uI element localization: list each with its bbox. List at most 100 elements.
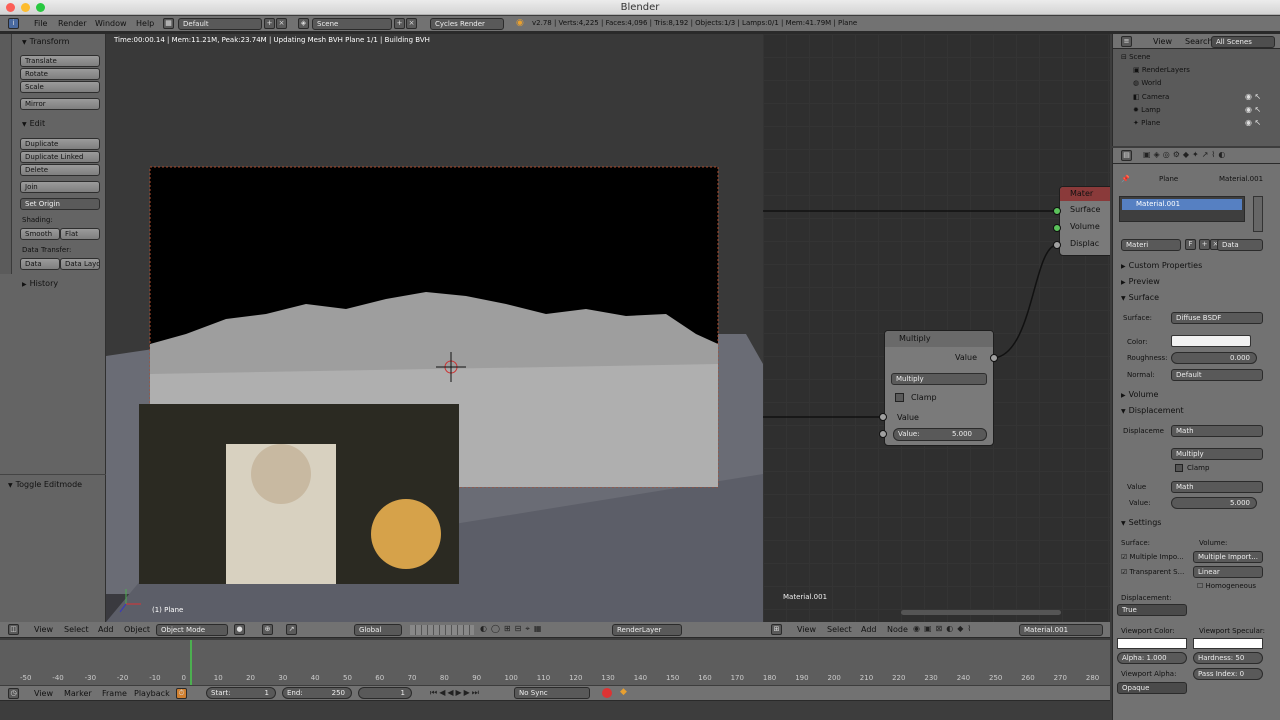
outliner-item-lamp[interactable]: ✹ Lamp [1133,106,1161,114]
fake-user-button[interactable]: F [1185,239,1196,250]
close-window-button[interactable] [6,3,15,12]
playback-controls-icons[interactable]: ⏮◀◀▶▶⏭ [430,688,481,698]
alpha-field[interactable]: Alpha: 1.000 [1117,652,1187,664]
value-output-socket[interactable] [990,354,998,362]
preview-header[interactable]: ▶ Preview [1121,277,1160,286]
pivot-icon[interactable]: ⊕ [262,624,273,635]
surface-input-socket[interactable] [1053,207,1061,215]
timeline[interactable]: -50 -40 -30 -20 -10 0 10 20 30 40 50 60 70 80 90 100 110… [0,640,1110,685]
rotate-button[interactable]: Rotate [20,68,100,80]
normal-dropdown[interactable]: Default [1171,369,1263,381]
range-lock-icon[interactable]: ⏱ [176,688,187,699]
history-header[interactable]: ▶ History [22,279,58,288]
value-input-socket[interactable] [879,413,887,421]
remove-layout-icon[interactable]: × [276,18,287,29]
visibility-eye-icon[interactable]: ◉ ↖ [1245,118,1261,127]
outliner-search-menu[interactable]: Search [1185,34,1212,48]
timeline-marker-menu[interactable]: Marker [64,686,92,700]
orientation-dropdown[interactable]: Global [354,624,402,636]
duplicate-linked-button[interactable]: Duplicate Linked [20,151,100,163]
viewport-editor-icon[interactable]: ◫ [8,624,19,635]
pass-index-field[interactable]: Pass Index: 0 [1193,668,1263,680]
homogeneous-checkbox[interactable]: ☐ Homogeneous [1197,582,1256,590]
viewport-view-menu[interactable]: View [34,622,53,637]
sync-dropdown[interactable]: No Sync [514,687,590,699]
transform-header[interactable]: ▼ Transform [22,37,69,46]
duplicate-button[interactable]: Duplicate [20,138,100,150]
viewport-select-menu[interactable]: Select [64,622,89,637]
translate-button[interactable]: Translate [20,55,100,67]
record-icon[interactable] [602,688,612,698]
multiply-math-node[interactable]: Multiply Value Multiply Clamp Value Valu… [884,330,994,446]
hardness-field[interactable]: Hardness: 50 [1193,652,1263,664]
scene-selector[interactable]: Scene [312,18,392,30]
material-slot-item[interactable]: Material.001 [1122,199,1242,210]
node-add-menu[interactable]: Add [861,622,877,637]
node-material-dropdown[interactable]: Material.001 [1019,624,1103,636]
pin-icon[interactable]: 📌 [1121,175,1130,183]
menu-file[interactable]: File [34,16,47,31]
displacement-input-socket[interactable] [1053,241,1061,249]
visibility-eye-icon[interactable]: ◉ ↖ [1245,105,1261,114]
viewport-color-swatch[interactable] [1117,638,1187,649]
material-datablock[interactable]: Materi [1121,239,1181,251]
outliner-view-menu[interactable]: View [1153,34,1172,48]
flat-button[interactable]: Flat [60,228,100,240]
context-tab-icons[interactable]: ▣◈◎⚙◆✦↗⌇◐ [1143,150,1228,159]
start-frame-field[interactable]: Start: 1 [206,687,276,699]
keying-icon[interactable]: ◆ [620,687,627,697]
viewport-alpha-dropdown[interactable]: Opaque [1117,682,1187,694]
surface-shader-dropdown[interactable]: Diffuse BSDF [1171,312,1263,324]
timeline-playback-menu[interactable]: Playback [134,686,170,700]
math-operation-dropdown[interactable]: Multiply [1171,448,1263,460]
operation-dropdown[interactable]: Multiply [891,373,987,385]
outliner-item-camera[interactable]: ◧ Camera [1133,93,1169,101]
mirror-button[interactable]: Mirror [20,98,100,110]
outliner-item-renderlayers[interactable]: ▣ RenderLayers [1133,66,1190,74]
toggle-editmode-header[interactable]: ▼ Toggle Editmode [8,480,82,489]
value-field-socket[interactable] [879,430,887,438]
delete-button[interactable]: Delete [20,164,100,176]
data-layout-button[interactable]: Data Layo [60,258,100,270]
viewport-specular-swatch[interactable] [1193,638,1263,649]
custom-properties-header[interactable]: ▶ Custom Properties [1121,261,1202,270]
node-view-menu[interactable]: View [797,622,816,637]
remove-scene-icon[interactable]: × [406,18,417,29]
clamp-checkbox[interactable] [895,393,904,402]
timeline-view-menu[interactable]: View [34,686,53,700]
layer-buttons[interactable] [410,625,474,635]
volume-header[interactable]: ▶ Volume [1121,390,1158,399]
node-editor[interactable]: Mater Surface Volume Displac Multiply Va… [763,34,1110,622]
menu-help[interactable]: Help [136,16,154,31]
node-node-menu[interactable]: Node [887,622,908,637]
viewport-object-menu[interactable]: Object [124,622,150,637]
node-editor-scrollbar[interactable] [901,610,1061,615]
displacement-input-dropdown[interactable]: Math [1171,425,1263,437]
color-swatch[interactable] [1171,335,1251,347]
properties-editor-icon[interactable]: ▤ [1121,150,1132,161]
viewport-add-menu[interactable]: Add [98,622,114,637]
shader-type-icons[interactable]: ◉▣⊠◐◆⌇ [913,624,975,633]
mode-dropdown[interactable]: Object Mode [156,624,228,636]
visibility-eye-icon[interactable]: ◉ ↖ [1245,92,1261,101]
layout-icon[interactable]: ▦ [163,18,174,29]
roughness-slider[interactable]: 0.000 [1171,352,1257,364]
render-engine-dropdown[interactable]: Cycles Render [430,18,504,30]
displacement-method-dropdown[interactable]: True [1117,604,1187,616]
edit-header[interactable]: ▼ Edit [22,119,45,128]
value-input-dropdown[interactable]: Math [1171,481,1263,493]
node-select-menu[interactable]: Select [827,622,852,637]
settings-header[interactable]: ▼ Settings [1121,518,1161,527]
current-frame-marker[interactable] [190,640,192,685]
menu-render[interactable]: Render [58,16,86,31]
add-layout-icon[interactable]: + [264,18,275,29]
link-dropdown[interactable]: Data [1217,239,1263,251]
outliner-editor-icon[interactable]: ≡ [1121,36,1132,47]
layout-selector[interactable]: Default [178,18,262,30]
timeline-frame-menu[interactable]: Frame [102,686,127,700]
scale-button[interactable]: Scale [20,81,100,93]
add-scene-icon[interactable]: + [394,18,405,29]
minimize-window-button[interactable] [21,3,30,12]
scene-icon[interactable]: ◈ [298,18,309,29]
volume-sampling-dropdown[interactable]: Multiple Import... [1193,551,1263,563]
